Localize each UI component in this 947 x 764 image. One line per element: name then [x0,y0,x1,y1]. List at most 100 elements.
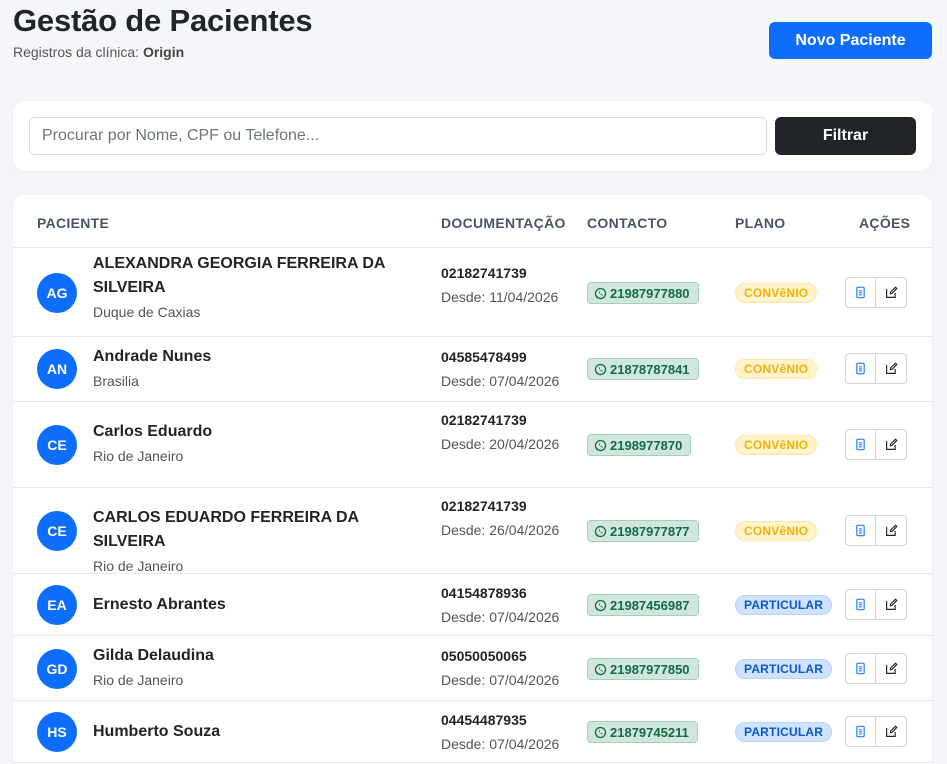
view-record-button[interactable] [845,653,876,684]
phone-number: 21987977880 [610,285,690,301]
edit-button[interactable] [876,589,907,620]
table-body: AG ALEXANDRA GEORGIA FERREIRA DA SILVEIR… [13,248,932,763]
whatsapp-icon [594,663,607,676]
table-header: PACIENTE DOCUMENTAÇÃO CONTACTO PLANO AÇÕ… [13,195,932,248]
patient-info: Gilda Delaudina Rio de Janeiro [93,644,433,692]
edit-icon [885,438,898,451]
document-number: 05050050065 [441,648,527,664]
document-number: 02182741739 [441,412,527,428]
whatsapp-icon [594,599,607,612]
view-record-button[interactable] [845,589,876,620]
edit-button[interactable] [876,653,907,684]
whatsapp-contact-badge[interactable]: 21987977880 [587,282,699,304]
document-number: 04454487935 [441,712,527,728]
edit-icon [885,598,898,611]
edit-button[interactable] [876,515,907,546]
whatsapp-contact-badge[interactable]: 21987977877 [587,520,699,542]
patient-name[interactable]: Ernesto Abrantes [93,593,433,617]
table-row: AG ALEXANDRA GEORGIA FERREIRA DA SILVEIR… [13,248,932,337]
documentation: 02182741739 Desde: 11/04/2026 [441,261,576,309]
document-icon [854,286,867,299]
plan-badge: CONVêNIO [735,283,818,303]
patient-city: Brasilia [93,373,139,389]
row-actions [845,515,907,546]
avatar: CE [37,425,77,465]
edit-icon [885,725,898,738]
table-row: CE Carlos Eduardo Rio de Janeiro 0218274… [13,402,932,488]
whatsapp-icon [594,726,607,739]
since-date: Desde: 07/04/2026 [441,373,560,389]
patient-city: Duque de Caxias [93,304,201,320]
phone-number: 21878787841 [610,361,690,377]
document-icon [854,524,867,537]
whatsapp-contact-badge[interactable]: 2198977870 [587,434,692,456]
documentation: 04154878936 Desde: 07/04/2026 [441,581,576,629]
edit-button[interactable] [876,353,907,384]
since-date: Desde: 26/04/2026 [441,522,560,538]
documentation: 05050050065 Desde: 07/04/2026 [441,644,576,692]
edit-icon [885,662,898,675]
row-actions [845,653,907,684]
document-number: 02182741739 [441,498,527,514]
search-card: Filtrar [13,101,932,171]
document-number: 02182741739 [441,265,527,281]
table-row: AN Andrade Nunes Brasilia 04585478499 De… [13,337,932,402]
table-row: CE CARLOS EDUARDO FERREIRA DA SILVEIRA R… [13,488,932,574]
row-actions [845,429,907,460]
view-record-button[interactable] [845,277,876,308]
document-icon [854,438,867,451]
whatsapp-icon [594,287,607,300]
whatsapp-contact-badge[interactable]: 21987977850 [587,658,699,680]
whatsapp-contact-badge[interactable]: 21987456987 [587,594,699,616]
whatsapp-contact-badge[interactable]: 21878787841 [587,358,699,380]
row-actions [845,277,907,308]
search-input[interactable] [29,117,767,155]
patient-name[interactable]: CARLOS EDUARDO FERREIRA DA SILVEIRA [93,506,433,554]
filter-button[interactable]: Filtrar [775,117,916,155]
view-record-button[interactable] [845,515,876,546]
phone-number: 21987977877 [610,523,690,539]
plan-badge: PARTICULAR [735,659,833,679]
plan-badge: CONVêNIO [735,521,818,541]
edit-button[interactable] [876,716,907,747]
edit-button[interactable] [876,277,907,308]
view-record-button[interactable] [845,429,876,460]
phone-number: 21987977850 [610,661,690,677]
patient-info: CARLOS EDUARDO FERREIRA DA SILVEIRA Rio … [93,506,433,578]
edit-icon [885,286,898,299]
row-actions [845,589,907,620]
new-patient-button[interactable]: Novo Paciente [769,22,932,59]
plan-badge: CONVêNIO [735,435,818,455]
edit-button[interactable] [876,429,907,460]
clinic-subtitle: Registros da clínica: Origin [13,44,312,60]
patient-name[interactable]: ALEXANDRA GEORGIA FERREIRA DA SILVEIRA [93,252,433,300]
patient-name[interactable]: Gilda Delaudina [93,644,433,668]
edit-icon [885,524,898,537]
avatar: GD [37,649,77,689]
since-date: Desde: 11/04/2026 [441,289,559,305]
view-record-button[interactable] [845,716,876,747]
patient-name[interactable]: Carlos Eduardo [93,420,433,444]
plan-badge: PARTICULAR [735,595,833,615]
view-record-button[interactable] [845,353,876,384]
whatsapp-contact-badge[interactable]: 21879745211 [587,721,698,743]
column-contact: CONTACTO [587,215,668,231]
document-icon [854,362,867,375]
page-title: Gestão de Pacientes [13,3,313,38]
documentation: 02182741739 Desde: 20/04/2026 [441,408,576,456]
document-icon [854,598,867,611]
documentation: 04585478499 Desde: 07/04/2026 [441,345,576,393]
phone-number: 21879745211 [610,724,689,740]
patient-info: Ernesto Abrantes [93,593,433,617]
patient-name[interactable]: Humberto Souza [93,720,433,744]
edit-icon [885,362,898,375]
whatsapp-icon [594,525,607,538]
plan-badge: CONVêNIO [735,359,818,379]
avatar: CE [37,511,77,551]
plan-badge: PARTICULAR [735,722,833,742]
phone-number: 2198977870 [610,437,683,453]
row-actions [845,353,907,384]
since-date: Desde: 07/04/2026 [441,736,560,752]
patient-city: Rio de Janeiro [93,672,184,688]
patient-name[interactable]: Andrade Nunes [93,345,433,369]
